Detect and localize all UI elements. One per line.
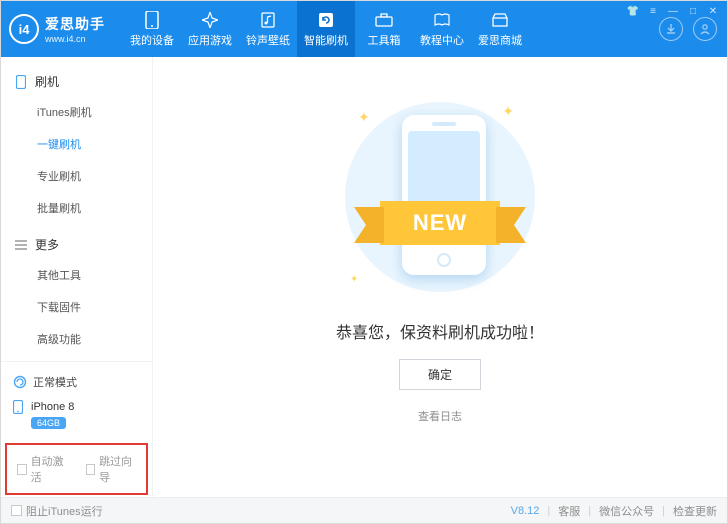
checkbox-icon [11,505,22,516]
checkbox-auto-activate[interactable]: 自动激活 [17,453,68,485]
phone-illustration-icon [402,115,486,275]
apps-icon [201,11,219,29]
device-model-row[interactable]: iPhone 8 [11,394,142,414]
close-icon[interactable]: ✕ [707,5,719,17]
checkbox-label: 跳过向导 [99,453,136,485]
wechat-link[interactable]: 微信公众号 [599,503,654,519]
success-title: 恭喜您，保资料刷机成功啦！ [336,319,544,343]
music-icon [259,11,277,29]
nav-label: 教程中心 [420,32,464,48]
logo-badge-icon: i4 [9,14,39,44]
checkbox-skip-guide[interactable]: 跳过向导 [86,453,137,485]
sidebar-item-advanced[interactable]: 高级功能 [37,323,152,355]
view-log-link[interactable]: 查看日志 [418,408,462,424]
sidebar-section-more[interactable]: 更多 [1,230,152,259]
new-ribbon-icon: NEW [330,199,550,247]
nav-label: 工具箱 [368,32,401,48]
app-name: 爱思助手 [45,14,105,34]
sidebar: 刷机 iTunes刷机 一键刷机 专业刷机 批量刷机 更多 其他工具 下载固件 … [1,57,153,497]
checkbox-label: 自动激活 [31,453,68,485]
minimize-icon[interactable]: — [667,5,679,17]
success-illustration: ✦ ✦ ✦ NEW [330,97,550,297]
sidebar-section-title: 更多 [35,236,59,253]
sidebar-item-itunes-flash[interactable]: iTunes刷机 [37,96,152,128]
checkbox-label: 阻止iTunes运行 [26,503,103,519]
sidebar-section-title: 刷机 [35,73,59,90]
download-button[interactable] [659,17,683,41]
version-label: V8.12 [511,505,540,517]
logo: i4 爱思助手 www.i4.cn [9,14,105,44]
sidebar-item-download-firmware[interactable]: 下载固件 [37,291,152,323]
checkbox-icon [86,464,96,475]
sparkle-icon: ✦ [358,109,370,126]
list-icon [15,239,27,251]
window-controls: 👕 ≡ — □ ✕ [627,5,719,17]
sidebar-item-pro-flash[interactable]: 专业刷机 [37,160,152,192]
nav-apps[interactable]: 应用游戏 [181,1,239,57]
device-phone-icon [11,400,25,414]
nav-my-device[interactable]: 我的设备 [123,1,181,57]
checkbox-icon [17,464,27,475]
nav-flash[interactable]: 智能刷机 [297,1,355,57]
highlighted-options: 自动激活 跳过向导 [5,443,148,495]
shirt-icon[interactable]: 👕 [627,5,639,17]
toolbox-icon [375,11,393,29]
refresh-icon [317,11,335,29]
nav-label: 爱思商城 [478,32,522,48]
maximize-icon[interactable]: □ [687,5,699,17]
confirm-button[interactable]: 确定 [399,359,481,390]
checkbox-block-itunes[interactable]: 阻止iTunes运行 [11,503,103,519]
book-icon [433,11,451,29]
nav-label: 智能刷机 [304,32,348,48]
support-link[interactable]: 客服 [558,503,580,519]
nav-shop[interactable]: 爱思商城 [471,1,529,57]
device-panel: 正常模式 iPhone 8 64GB [1,361,152,437]
top-nav: 我的设备 应用游戏 铃声壁纸 智能刷机 工具箱 教程中心 [123,1,529,57]
shop-icon [491,11,509,29]
nav-label: 应用游戏 [188,32,232,48]
sidebar-item-batch-flash[interactable]: 批量刷机 [37,192,152,224]
app-header: 👕 ≡ — □ ✕ i4 爱思助手 www.i4.cn 我的设备 应用游戏 [1,1,727,57]
nav-toolbox[interactable]: 工具箱 [355,1,413,57]
phone-icon [143,11,161,29]
download-icon [665,23,677,35]
nav-tutorials[interactable]: 教程中心 [413,1,471,57]
sidebar-item-other-tools[interactable]: 其他工具 [37,259,152,291]
status-bar: 阻止iTunes运行 V8.12 | 客服 | 微信公众号 | 检查更新 [1,497,727,523]
menu-icon[interactable]: ≡ [647,5,659,17]
check-update-link[interactable]: 检查更新 [673,503,717,519]
nav-ringtones[interactable]: 铃声壁纸 [239,1,297,57]
sparkle-icon: ✦ [350,274,358,285]
phone-outline-icon [15,76,27,88]
user-icon [699,23,711,35]
device-mode[interactable]: 正常模式 [11,370,142,394]
sidebar-section-flash[interactable]: 刷机 [1,67,152,96]
app-site: www.i4.cn [45,34,105,44]
sidebar-item-oneclick-flash[interactable]: 一键刷机 [37,128,152,160]
sparkle-icon: ✦ [502,103,514,120]
device-mode-label: 正常模式 [33,374,77,390]
nav-label: 我的设备 [130,32,174,48]
device-model: iPhone 8 [31,401,74,413]
device-storage-badge: 64GB [31,417,66,429]
mode-icon [13,375,27,389]
nav-label: 铃声壁纸 [246,32,290,48]
main-content: ✦ ✦ ✦ NEW 恭喜您，保资料刷机成功啦！ 确定 查看日志 [153,57,727,497]
profile-button[interactable] [693,17,717,41]
